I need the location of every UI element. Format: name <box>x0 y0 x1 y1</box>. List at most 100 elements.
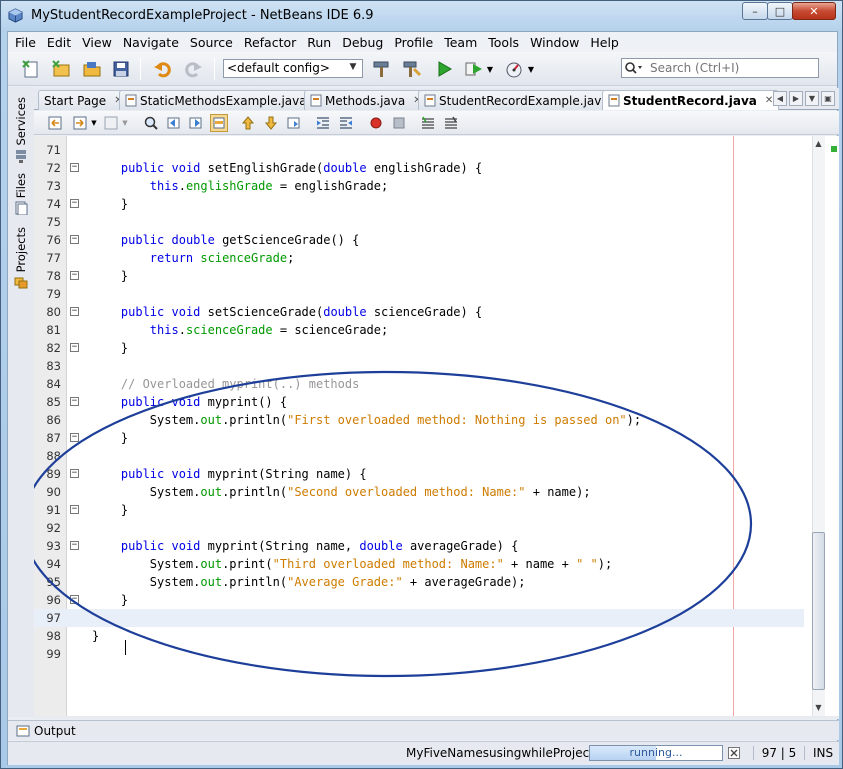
code-line[interactable]: 81 this.scienceGrade = scienceGrade; <box>34 321 804 339</box>
tab-methods[interactable]: Methods.java ✕ <box>304 90 428 110</box>
fold-toggle-icon[interactable]: − <box>70 235 79 244</box>
restore-window-icon[interactable]: ▣ <box>821 91 835 106</box>
menu-source[interactable]: Source <box>185 35 239 50</box>
menu-team[interactable]: Team <box>439 35 483 50</box>
output-window-tab[interactable]: Output <box>8 720 839 740</box>
profile-gauge-icon[interactable] <box>503 58 525 80</box>
previous-bookmark-icon[interactable] <box>239 114 257 132</box>
menu-run[interactable]: Run <box>302 35 337 50</box>
find-next-icon[interactable] <box>187 114 205 132</box>
menu-debug[interactable]: Debug <box>337 35 389 50</box>
menu-tools[interactable]: Tools <box>483 35 525 50</box>
scroll-tabs-left-icon[interactable]: ◀ <box>773 91 787 106</box>
menu-help[interactable]: Help <box>585 35 625 50</box>
horizontal-scrollbar[interactable] <box>34 716 839 719</box>
open-project-icon[interactable] <box>81 58 103 80</box>
find-previous-icon[interactable] <box>165 114 183 132</box>
clean-build-icon[interactable] <box>401 58 423 80</box>
code-line[interactable]: 98} <box>34 627 804 645</box>
chevron-down-icon[interactable]: ▼ <box>120 114 130 132</box>
code-line[interactable]: 71 <box>34 141 804 159</box>
fold-toggle-icon[interactable]: − <box>70 541 79 550</box>
menu-refactor[interactable]: Refactor <box>239 35 302 50</box>
uncomment-icon[interactable] <box>442 114 460 132</box>
minimize-button[interactable]: – <box>742 2 768 20</box>
code-line[interactable]: 82− } <box>34 339 804 357</box>
build-hammer-icon[interactable] <box>370 58 392 80</box>
code-line[interactable]: 79 <box>34 285 804 303</box>
code-line[interactable]: 80− public void setScienceGrade(double s… <box>34 303 804 321</box>
code-line[interactable]: 92 <box>34 519 804 537</box>
code-line[interactable]: 84 // Overloaded myprint(..) methods <box>34 375 804 393</box>
close-window-button[interactable]: ✕ <box>792 2 836 20</box>
undo-icon[interactable] <box>152 58 174 80</box>
scroll-up-icon[interactable]: ▲ <box>812 138 825 150</box>
no-errors-indicator-icon[interactable] <box>831 146 837 152</box>
code-line[interactable]: 87− } <box>34 429 804 447</box>
start-macro-icon[interactable] <box>367 114 385 132</box>
tab-list-dropdown-icon[interactable]: ▼ <box>805 91 819 106</box>
code-line[interactable]: 97 <box>34 609 804 627</box>
redo-icon[interactable] <box>182 58 204 80</box>
fold-toggle-icon[interactable]: − <box>70 163 79 172</box>
shift-left-icon[interactable] <box>314 114 332 132</box>
code-line[interactable]: 99 <box>34 645 804 663</box>
code-editor[interactable]: 71 72− public void setEnglishGrade(double… <box>34 136 839 716</box>
fold-toggle-icon[interactable]: − <box>70 433 79 442</box>
scroll-tabs-right-icon[interactable]: ▶ <box>789 91 803 106</box>
scroll-thumb[interactable] <box>812 532 825 690</box>
fold-toggle-icon[interactable]: − <box>70 199 79 208</box>
find-icon[interactable] <box>142 114 160 132</box>
tab-start-page[interactable]: Start Page ✕ <box>38 90 129 110</box>
code-line[interactable]: 76− public double getScienceGrade() { <box>34 231 804 249</box>
comment-icon[interactable] <box>419 114 437 132</box>
chevron-down-icon[interactable]: ▼ <box>525 58 537 80</box>
shift-right-icon[interactable] <box>337 114 355 132</box>
quick-search[interactable] <box>621 58 819 78</box>
fold-toggle-icon[interactable]: − <box>70 469 79 478</box>
menu-file[interactable]: File <box>10 35 42 50</box>
chevron-down-icon[interactable]: ▼ <box>484 58 496 80</box>
save-all-icon[interactable] <box>110 58 132 80</box>
menu-navigate[interactable]: Navigate <box>118 35 185 50</box>
fold-toggle-icon[interactable]: − <box>70 397 79 406</box>
toggle-bookmark-icon[interactable] <box>285 114 303 132</box>
code-line[interactable]: 72− public void setEnglishGrade(double e… <box>34 159 804 177</box>
code-line[interactable]: 88 <box>34 447 804 465</box>
toggle-highlight-icon[interactable] <box>210 114 228 132</box>
side-tab-files[interactable]: Files <box>10 173 32 216</box>
debug-icon[interactable] <box>463 58 485 80</box>
run-play-icon[interactable] <box>433 58 455 80</box>
maximize-button[interactable]: □ <box>767 2 793 20</box>
code-line[interactable]: 96− } <box>34 591 804 609</box>
code-line[interactable]: 93− public void myprint(String name, dou… <box>34 537 804 555</box>
code-line[interactable]: 78− } <box>34 267 804 285</box>
code-line[interactable]: 74− } <box>34 195 804 213</box>
fold-toggle-icon[interactable]: − <box>70 307 79 316</box>
cancel-task-icon[interactable] <box>728 747 740 759</box>
code-line[interactable]: 77 return scienceGrade; <box>34 249 804 267</box>
forward-history-icon[interactable] <box>71 114 89 132</box>
vertical-scrollbar[interactable]: ▲ ▼ <box>809 136 839 716</box>
tab-studentrecordexample[interactable]: StudentRecordExample.java ✕ <box>418 90 632 110</box>
new-file-icon[interactable] <box>20 58 42 80</box>
side-tab-projects[interactable]: Projects <box>10 227 32 289</box>
scroll-down-icon[interactable]: ▼ <box>812 702 825 714</box>
code-line[interactable]: 86 System.out.println("First overloaded … <box>34 411 804 429</box>
next-bookmark-icon[interactable] <box>262 114 280 132</box>
tab-staticmethodsexample[interactable]: StaticMethodsExample.java ✕ <box>119 90 329 110</box>
stop-macro-icon[interactable] <box>390 114 408 132</box>
menu-window[interactable]: Window <box>525 35 585 50</box>
fold-toggle-icon[interactable]: − <box>70 271 79 280</box>
search-input[interactable] <box>648 60 816 76</box>
fold-toggle-icon[interactable]: − <box>70 343 79 352</box>
run-config-select[interactable]: <default config> ▼ <box>223 59 363 78</box>
code-line[interactable]: 85− public void myprint() { <box>34 393 804 411</box>
last-edit-icon[interactable] <box>102 114 120 132</box>
code-line[interactable]: 94 System.out.print("Third overloaded me… <box>34 555 804 573</box>
code-line[interactable]: 73 this.englishGrade = englishGrade; <box>34 177 804 195</box>
tab-studentrecord[interactable]: StudentRecord.java ✕ <box>602 90 780 110</box>
new-project-icon[interactable] <box>50 58 72 80</box>
chevron-down-icon[interactable]: ▼ <box>89 114 99 132</box>
code-line[interactable]: 90 System.out.println("Second overloaded… <box>34 483 804 501</box>
